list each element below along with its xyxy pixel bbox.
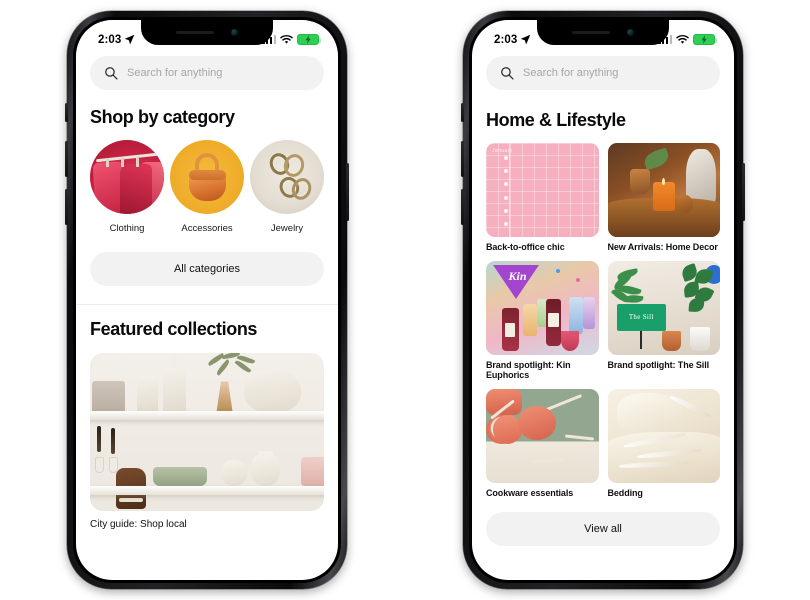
search-placeholder: Search for anything xyxy=(127,67,223,79)
phone-bezel-left: 2:03 Search for anything Shop by categor… xyxy=(73,17,341,583)
location-arrow-icon xyxy=(125,34,135,45)
phone-mockup-left: 2:03 Search for anything Shop by categor… xyxy=(65,11,349,589)
featured-card-caption: City guide: Shop local xyxy=(90,519,187,530)
cookware-image xyxy=(486,389,599,483)
view-all-button[interactable]: View all xyxy=(486,512,720,546)
category-item-accessories[interactable]: Accessories xyxy=(170,140,244,234)
phone-screen-left: 2:03 Search for anything Shop by categor… xyxy=(76,20,338,580)
category-item-clothing[interactable]: Clothing xyxy=(90,140,164,234)
battery-charging-icon xyxy=(297,34,321,45)
fiddle-leaf-plant xyxy=(678,263,716,319)
status-bar-left: 2:03 xyxy=(98,34,135,46)
left-content: Shop by category Clothing Accessories Je… xyxy=(76,107,338,234)
tile-caption: Brand spotlight: The Sill xyxy=(607,360,710,370)
earpiece-speaker-icon xyxy=(176,31,214,34)
planner-image: January 01 xyxy=(486,143,599,237)
all-categories-button[interactable]: All categories xyxy=(90,252,324,286)
notch xyxy=(141,20,273,45)
search-input[interactable]: Search for anything xyxy=(486,56,720,90)
status-bar-left: 2:03 xyxy=(494,34,531,46)
page-title-home-lifestyle: Home & Lifestyle xyxy=(486,110,626,130)
clothing-thumbnail-icon xyxy=(90,140,164,214)
wifi-icon xyxy=(676,34,689,44)
notch xyxy=(537,20,669,45)
front-camera-icon xyxy=(627,29,634,36)
status-time: 2:03 xyxy=(98,33,122,46)
featured-card[interactable]: City guide: Shop local xyxy=(90,353,324,530)
grid-tile-kin-euphorics[interactable]: Kin Brand spotlight: Kin Euphorics xyxy=(486,261,599,380)
section-divider xyxy=(76,304,338,305)
category-list: Clothing Accessories Jewelry xyxy=(90,140,324,234)
power-button[interactable] xyxy=(346,163,349,221)
page-title-shop-by-category: Shop by category xyxy=(90,107,235,127)
phone-bezel-right: 2:03 Search for anything Home & Lifestyl… xyxy=(469,17,737,583)
screenshot-canvas: 2:03 Search for anything Shop by categor… xyxy=(0,0,810,600)
phone-screen-right: 2:03 Search for anything Home & Lifestyl… xyxy=(472,20,734,580)
the-sill-sign: The Sill xyxy=(616,304,666,331)
bedding-image xyxy=(607,389,720,483)
right-content: Home & Lifestyle January Back-to-office … xyxy=(472,110,734,498)
tile-caption: Bedding xyxy=(607,488,643,498)
volume-down-button[interactable] xyxy=(65,189,68,225)
battery-charging-icon xyxy=(693,34,717,45)
phone-mockup-right: 2:03 Search for anything Home & Lifestyl… xyxy=(461,11,745,589)
tile-caption: Cookware essentials xyxy=(486,488,574,498)
category-label: Accessories xyxy=(181,223,233,234)
kin-euphorics-image: Kin xyxy=(486,261,599,355)
category-item-jewelry[interactable]: Jewelry xyxy=(250,140,324,234)
search-placeholder: Search for anything xyxy=(523,67,619,79)
grid-tile-bedding[interactable]: Bedding xyxy=(607,389,720,498)
grid-tile-back-to-office-chic[interactable]: January 01 Back-to-office chic xyxy=(486,143,599,252)
search-input[interactable]: Search for anything xyxy=(90,56,324,90)
kin-logo-text: Kin xyxy=(508,269,527,284)
search-icon xyxy=(105,67,118,80)
the-sill-image: The Sill xyxy=(607,261,720,355)
tile-caption: Brand spotlight: Kin Euphorics xyxy=(486,360,571,380)
volume-down-button[interactable] xyxy=(461,189,464,225)
mute-switch[interactable] xyxy=(65,103,68,122)
category-label: Clothing xyxy=(109,223,145,234)
plant-decor xyxy=(200,353,266,381)
tile-caption: Back-to-office chic xyxy=(486,242,565,252)
grid-tile-cookware-essentials[interactable]: Cookware essentials xyxy=(486,389,599,498)
grid-tile-the-sill[interactable]: The Sill Brand spotlight: The Sill xyxy=(607,261,720,380)
category-label: Jewelry xyxy=(270,223,304,234)
wifi-icon xyxy=(280,34,293,44)
earpiece-speaker-icon xyxy=(572,31,610,34)
page-title-featured-collections: Featured collections xyxy=(90,319,258,339)
collection-grid: January 01 Back-to-office chic xyxy=(486,143,720,498)
volume-up-button[interactable] xyxy=(65,141,68,177)
search-icon xyxy=(501,67,514,80)
featured-collections-section: Featured collections City guide: Shop lo… xyxy=(76,319,338,530)
accessories-thumbnail-icon xyxy=(170,140,244,214)
location-arrow-icon xyxy=(521,34,531,45)
front-camera-icon xyxy=(231,29,238,36)
jewelry-thumbnail-icon xyxy=(250,140,324,214)
grid-tile-new-arrivals-home-decor[interactable]: New Arrivals: Home Decor xyxy=(607,143,720,252)
mute-switch[interactable] xyxy=(461,103,464,122)
status-time: 2:03 xyxy=(494,33,518,46)
tile-caption: New Arrivals: Home Decor xyxy=(607,242,718,252)
volume-up-button[interactable] xyxy=(461,141,464,177)
featured-card-image xyxy=(90,353,324,511)
candle-decor xyxy=(90,425,132,474)
power-button[interactable] xyxy=(742,163,745,221)
home-decor-image xyxy=(607,143,720,237)
